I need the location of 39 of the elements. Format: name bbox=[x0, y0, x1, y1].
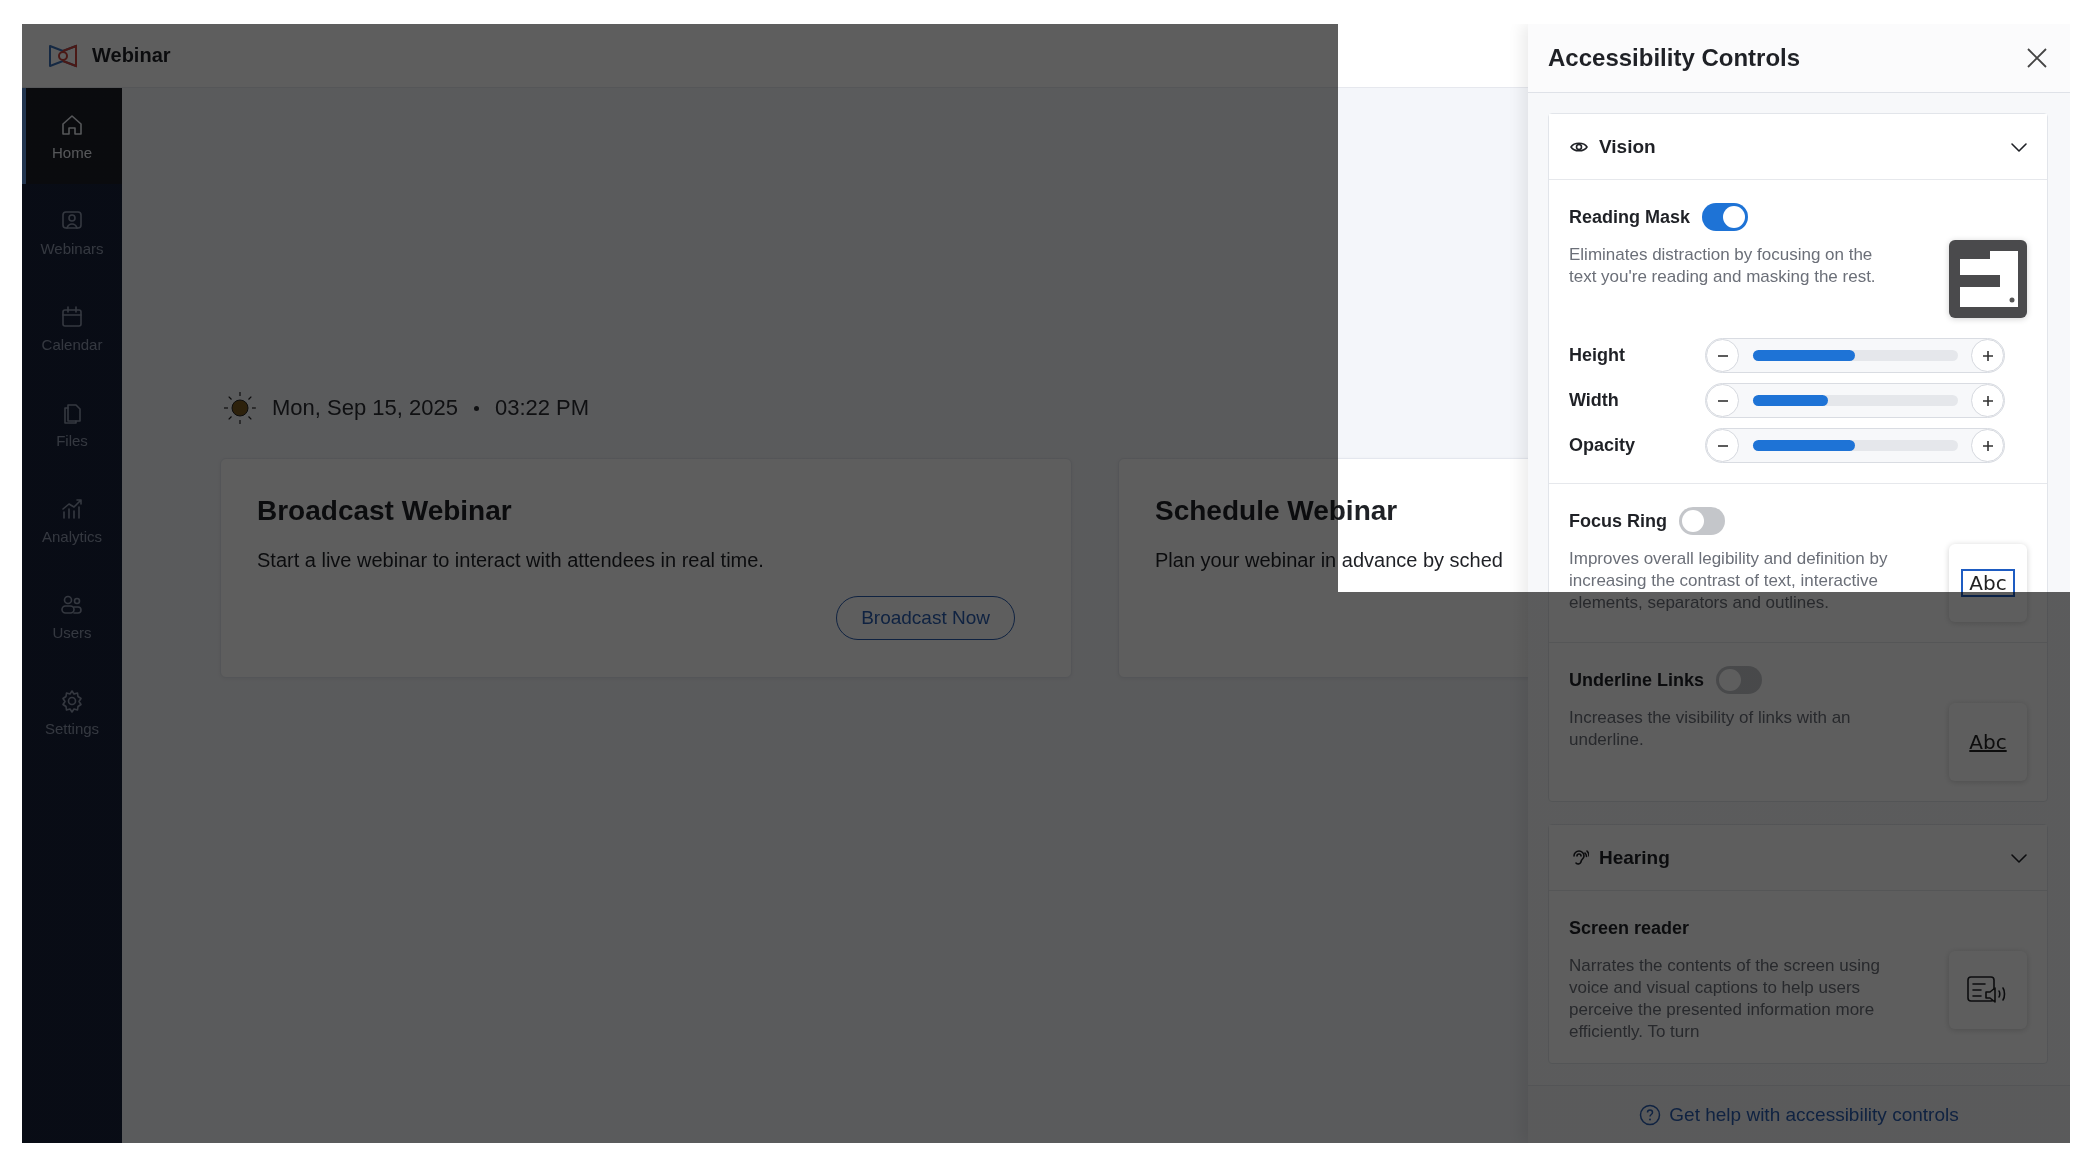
feature-title: Reading Mask bbox=[1569, 206, 1691, 228]
slider-label: Opacity bbox=[1569, 435, 1637, 456]
slider-track[interactable] bbox=[1752, 350, 1958, 361]
card-description: Plan your webinar in advance by sched bbox=[1155, 549, 1504, 572]
calendar-icon bbox=[59, 303, 85, 330]
sidebar-item[interactable]: Home bbox=[22, 88, 122, 184]
app-title: Webinar bbox=[92, 44, 171, 67]
feature-description: Eliminates distraction by focusing on the text you're reading and masking the rest. bbox=[1569, 244, 1877, 288]
plus-icon bbox=[1981, 349, 1994, 362]
feature-title: Focus Ring bbox=[1569, 510, 1667, 532]
separator-dot bbox=[473, 405, 479, 411]
help-link[interactable]: Get help with accessibility controls bbox=[1639, 1103, 1959, 1126]
toggle-switch[interactable] bbox=[1702, 203, 1749, 231]
time-text: 03:22 PM bbox=[494, 395, 590, 421]
plus-icon bbox=[1981, 394, 1994, 407]
increase-button[interactable] bbox=[1971, 384, 2004, 417]
date-text: Mon, Sep 15, 2025 bbox=[272, 395, 458, 421]
card-description: Start a live webinar to interact with attendees in real time. bbox=[257, 549, 765, 572]
close-icon bbox=[2026, 47, 2048, 69]
increase-button[interactable] bbox=[1971, 339, 2004, 372]
panel-title: Accessibility Controls bbox=[1548, 44, 1801, 72]
slider-label: Height bbox=[1569, 345, 1626, 366]
increase-button[interactable] bbox=[1971, 429, 2004, 462]
feature-title: Screen reader bbox=[1569, 917, 1690, 939]
section-header[interactable]: Vision bbox=[1549, 114, 2047, 180]
plus-icon bbox=[1981, 439, 1994, 452]
toggle-switch[interactable] bbox=[1679, 507, 1725, 535]
slider-track[interactable] bbox=[1752, 440, 1958, 451]
preview-text: Abc bbox=[1969, 730, 2007, 754]
help-icon bbox=[1639, 1103, 1662, 1126]
broadcast-button[interactable]: Broadcast Now bbox=[836, 596, 1015, 640]
card-title: Broadcast Webinar bbox=[257, 495, 513, 527]
section-header[interactable]: Hearing bbox=[1549, 825, 2047, 891]
logo-icon bbox=[48, 42, 78, 69]
slider-label: Width bbox=[1569, 390, 1620, 411]
settings-icon bbox=[59, 687, 85, 714]
slider-track[interactable] bbox=[1752, 395, 1958, 406]
feature-title: Underline Links bbox=[1569, 669, 1705, 691]
preview-text: Abc bbox=[1961, 569, 2015, 597]
